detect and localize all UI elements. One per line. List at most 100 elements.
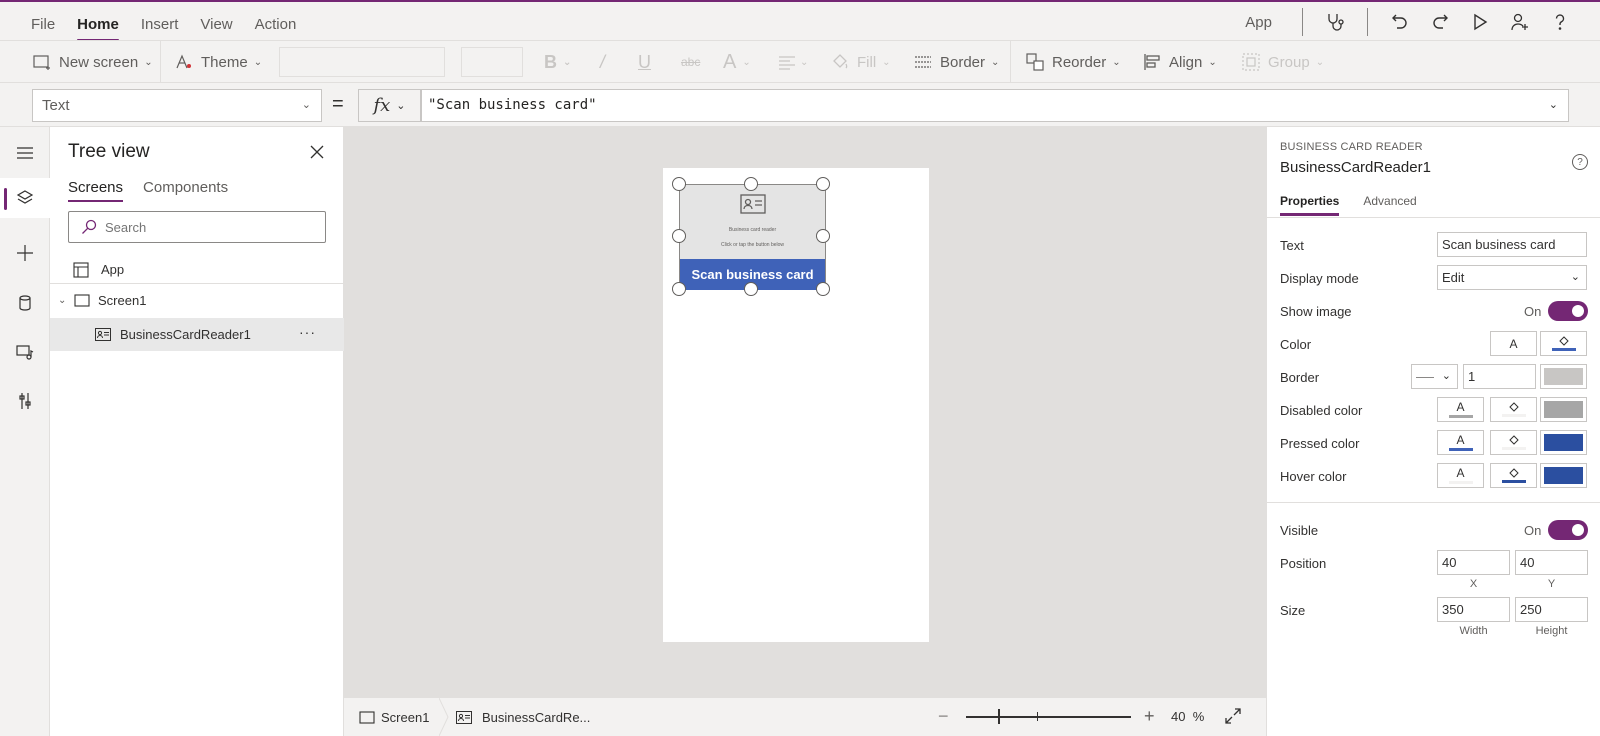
chevron-down-icon: ⌄ [882,56,891,68]
pressed-border-color-picker[interactable] [1540,430,1587,455]
data-cylinder-icon[interactable] [0,283,50,323]
new-screen-button[interactable]: New screen ⌄ [32,41,153,83]
breadcrumb-screen1[interactable]: Screen1 [359,698,429,736]
align-icon [1144,54,1160,70]
media-icon[interactable] [0,332,50,372]
tab-screens[interactable]: Screens [68,179,124,202]
resize-handle-top[interactable] [744,177,758,191]
tab-advanced[interactable]: Advanced [1363,194,1416,214]
resize-handle-bottom[interactable] [744,282,758,296]
border-label: Border [940,53,986,71]
size-height-input[interactable]: 250 [1515,597,1588,622]
menu-view[interactable]: View [189,2,243,40]
bold-button[interactable]: B ⌄ [544,41,571,83]
font-size-select[interactable] [461,47,523,77]
display-mode-select[interactable]: Edit ⌄ [1437,265,1587,290]
tab-properties[interactable]: Properties [1280,194,1340,216]
zoom-in-button[interactable]: + [1144,706,1155,727]
pressed-fill-color-picker[interactable] [1490,430,1537,455]
breadcrumb-control[interactable]: BusinessCardRe... [456,698,590,736]
show-image-toggle[interactable] [1548,301,1588,321]
more-options-icon[interactable]: ··· [299,324,316,340]
search-input[interactable] [105,219,315,235]
font-family-select[interactable] [279,47,445,77]
function-button[interactable]: fx ⌄ [358,89,421,122]
help-circle-icon[interactable]: ? [1572,154,1588,170]
disabled-fill-color-picker[interactable] [1490,397,1537,422]
resize-handle-bottom-right[interactable] [816,282,830,296]
strikethrough-button[interactable]: abc [681,41,700,83]
color-text-picker[interactable]: A [1490,331,1537,356]
chevron-down-icon[interactable]: ⌄ [58,295,72,306]
menu-home[interactable]: Home [66,2,130,42]
resize-handle-left[interactable] [672,229,686,243]
show-image-label: Show image [1280,304,1352,319]
close-icon[interactable] [305,140,329,164]
tree-item-businesscardreader1[interactable]: BusinessCardReader1 ··· [50,318,344,351]
menu-insert[interactable]: Insert [130,2,190,40]
border-style-select[interactable]: ⌄ [1411,364,1458,389]
stethoscope-icon[interactable] [1315,4,1355,40]
position-y-input[interactable]: 40 [1515,550,1588,575]
chevron-down-icon: ⌄ [301,99,311,111]
visible-toggle[interactable] [1548,520,1588,540]
formula-input[interactable]: "Scan business card" ⌄ [421,89,1569,122]
tab-components[interactable]: Components [143,179,228,200]
fit-to-window-icon[interactable] [1224,707,1242,728]
hover-text-color-picker[interactable]: A [1437,463,1484,488]
control-name[interactable]: BusinessCardReader1 [1280,159,1431,176]
border-button[interactable]: Border ⌄ [913,41,999,83]
zoom-slider[interactable] [966,716,1131,718]
help-icon[interactable] [1540,4,1580,40]
text-prop-input[interactable]: Scan business card [1437,232,1587,257]
pressed-text-color-picker[interactable]: A [1437,430,1484,455]
menu-action[interactable]: Action [244,2,308,40]
tree-item-screen1[interactable]: ⌄ Screen1 [50,284,344,317]
screen1-canvas[interactable]: Business card reader Click or tap the bu… [663,168,929,642]
app-checker-label[interactable]: App [1245,14,1272,31]
breadcrumb-screen1-label: Screen1 [381,709,430,725]
hamburger-menu-icon[interactable] [0,133,50,173]
expand-formula-icon[interactable]: ⌄ [1549,90,1558,121]
fill-button[interactable]: Fill ⌄ [830,41,891,83]
advanced-tools-icon[interactable] [0,381,50,421]
theme-button[interactable]: Theme ⌄ [174,41,262,83]
disabled-border-color-picker[interactable] [1540,397,1587,422]
font-color-button[interactable]: A ⌄ [723,41,751,83]
italic-button[interactable]: / [600,41,605,83]
tree-search-box[interactable] [68,211,326,243]
disabled-text-color-picker[interactable]: A [1437,397,1484,422]
resize-handle-top-left[interactable] [672,177,686,191]
color-fill-picker[interactable] [1540,331,1587,356]
play-icon[interactable] [1460,4,1500,40]
underline-button[interactable]: U [638,41,651,83]
disabled-fill-bar [1501,414,1526,417]
business-card-reader-control[interactable]: Business card reader Click or tap the bu… [679,184,826,290]
resize-handle-top-right[interactable] [816,177,830,191]
undo-icon[interactable] [1380,4,1420,40]
property-select[interactable]: Text ⌄ [32,89,322,122]
border-width-input[interactable]: 1 [1463,364,1536,389]
insert-plus-icon[interactable] [0,233,50,273]
tree-item-app[interactable]: App [50,253,344,286]
hover-border-color-picker[interactable] [1540,463,1587,488]
group-button[interactable]: Group ⌄ [1241,41,1324,83]
reorder-button[interactable]: Reorder ⌄ [1025,41,1121,83]
hover-fill-color-picker[interactable] [1490,463,1537,488]
zoom-out-button[interactable]: − [938,706,949,727]
resize-handle-right[interactable] [816,229,830,243]
breadcrumb-separator-icon [439,698,449,736]
text-align-button[interactable]: ⌄ [777,41,808,83]
zoom-slider-thumb[interactable] [998,709,1000,724]
align-button[interactable]: Align ⌄ [1142,41,1217,83]
size-width-input[interactable]: 350 [1437,597,1510,622]
menu-file[interactable]: File [20,2,66,40]
border-color-picker[interactable] [1540,364,1587,389]
share-user-icon[interactable] [1500,4,1540,40]
font-color-icon: A [1456,433,1465,447]
redo-icon[interactable] [1420,4,1460,40]
position-x-input[interactable]: 40 [1437,550,1510,575]
resize-handle-bottom-left[interactable] [672,282,686,296]
border-color-swatch [1544,368,1583,385]
tree-view-layers-icon[interactable] [0,178,50,218]
